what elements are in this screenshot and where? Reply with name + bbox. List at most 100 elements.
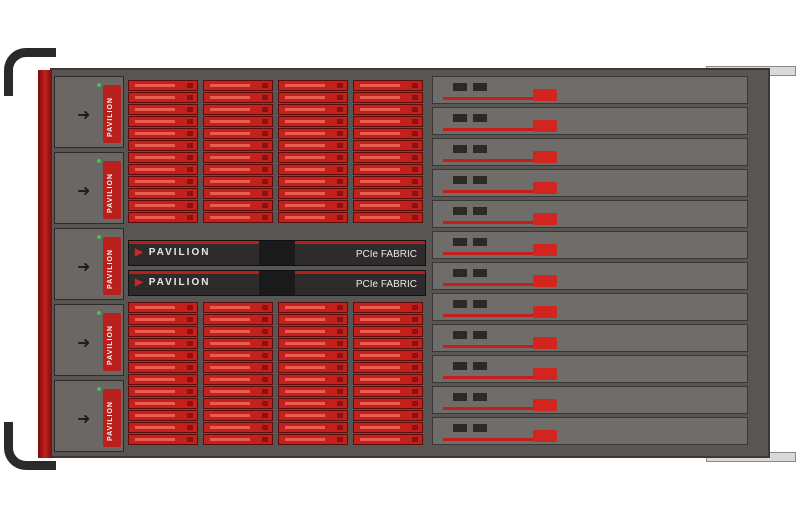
nvme-drive[interactable]: [203, 212, 273, 223]
nvme-drive[interactable]: [203, 188, 273, 199]
nvme-drive[interactable]: [353, 92, 423, 103]
nvme-drive[interactable]: [278, 326, 348, 337]
nvme-drive[interactable]: [278, 350, 348, 361]
nvme-drive[interactable]: [353, 104, 423, 115]
nvme-drive[interactable]: [203, 314, 273, 325]
nvme-drive[interactable]: [128, 116, 198, 127]
nvme-drive[interactable]: [278, 434, 348, 445]
nvme-drive[interactable]: [203, 374, 273, 385]
nvme-drive[interactable]: [128, 152, 198, 163]
nvme-drive[interactable]: [353, 362, 423, 373]
nvme-drive[interactable]: [278, 314, 348, 325]
psu-3[interactable]: ➜ PAVILION: [54, 228, 124, 300]
nvme-drive[interactable]: [278, 116, 348, 127]
nvme-drive[interactable]: [203, 302, 273, 313]
nvme-drive[interactable]: [128, 140, 198, 151]
nvme-drive[interactable]: [353, 302, 423, 313]
nvme-drive[interactable]: [353, 188, 423, 199]
nvme-drive[interactable]: [203, 338, 273, 349]
nvme-drive[interactable]: [203, 398, 273, 409]
nvme-drive[interactable]: [203, 386, 273, 397]
nvme-drive[interactable]: [278, 200, 348, 211]
nvme-drive[interactable]: [203, 176, 273, 187]
nvme-drive[interactable]: [128, 410, 198, 421]
nvme-drive[interactable]: [128, 212, 198, 223]
nvme-drive[interactable]: [353, 116, 423, 127]
nvme-drive[interactable]: [278, 104, 348, 115]
nvme-drive[interactable]: [128, 92, 198, 103]
nvme-drive[interactable]: [128, 314, 198, 325]
nvme-drive[interactable]: [203, 152, 273, 163]
nvme-drive[interactable]: [203, 350, 273, 361]
nvme-drive[interactable]: [128, 398, 198, 409]
nvme-drive[interactable]: [128, 104, 198, 115]
nvme-drive[interactable]: [203, 92, 273, 103]
nvme-drive[interactable]: [203, 140, 273, 151]
nvme-drive[interactable]: [128, 164, 198, 175]
nvme-drive[interactable]: [203, 422, 273, 433]
nvme-drive[interactable]: [353, 176, 423, 187]
nvme-drive[interactable]: [278, 410, 348, 421]
nvme-drive[interactable]: [278, 152, 348, 163]
nvme-drive[interactable]: [128, 350, 198, 361]
nvme-drive[interactable]: [353, 80, 423, 91]
nvme-drive[interactable]: [278, 374, 348, 385]
nvme-drive[interactable]: [278, 362, 348, 373]
nvme-drive[interactable]: [128, 200, 198, 211]
nvme-drive[interactable]: [128, 176, 198, 187]
nvme-drive[interactable]: [353, 386, 423, 397]
nvme-drive[interactable]: [128, 434, 198, 445]
nvme-drive[interactable]: [278, 422, 348, 433]
nvme-drive[interactable]: [353, 422, 423, 433]
nvme-drive[interactable]: [353, 152, 423, 163]
nvme-drive[interactable]: [278, 212, 348, 223]
nvme-drive[interactable]: [128, 362, 198, 373]
nvme-drive[interactable]: [353, 350, 423, 361]
nvme-drive[interactable]: [278, 302, 348, 313]
nvme-drive[interactable]: [278, 128, 348, 139]
nvme-drive[interactable]: [353, 374, 423, 385]
nvme-drive[interactable]: [278, 188, 348, 199]
nvme-drive[interactable]: [128, 338, 198, 349]
nvme-drive[interactable]: [278, 386, 348, 397]
nvme-drive[interactable]: [128, 374, 198, 385]
nvme-drive[interactable]: [128, 422, 198, 433]
nvme-drive[interactable]: [353, 128, 423, 139]
nvme-drive[interactable]: [353, 434, 423, 445]
nvme-drive[interactable]: [203, 104, 273, 115]
nvme-drive[interactable]: [128, 326, 198, 337]
nvme-drive[interactable]: [278, 164, 348, 175]
nvme-drive[interactable]: [203, 326, 273, 337]
nvme-drive[interactable]: [128, 188, 198, 199]
nvme-drive[interactable]: [353, 200, 423, 211]
psu-4[interactable]: ➜ PAVILION: [54, 304, 124, 376]
nvme-drive[interactable]: [353, 338, 423, 349]
nvme-drive[interactable]: [128, 302, 198, 313]
nvme-drive[interactable]: [353, 164, 423, 175]
nvme-drive[interactable]: [128, 128, 198, 139]
nvme-drive[interactable]: [278, 398, 348, 409]
nvme-drive[interactable]: [353, 398, 423, 409]
nvme-drive[interactable]: [353, 410, 423, 421]
nvme-drive[interactable]: [278, 338, 348, 349]
nvme-drive[interactable]: [353, 326, 423, 337]
nvme-drive[interactable]: [278, 176, 348, 187]
pcie-fabric-module-2[interactable]: ▶ PAVILION PCIe FABRIC: [128, 270, 426, 296]
nvme-drive[interactable]: [278, 92, 348, 103]
nvme-drive[interactable]: [203, 410, 273, 421]
nvme-drive[interactable]: [128, 386, 198, 397]
nvme-drive[interactable]: [203, 362, 273, 373]
nvme-drive[interactable]: [353, 212, 423, 223]
nvme-drive[interactable]: [128, 80, 198, 91]
nvme-drive[interactable]: [203, 128, 273, 139]
nvme-drive[interactable]: [203, 434, 273, 445]
nvme-drive[interactable]: [353, 140, 423, 151]
nvme-drive[interactable]: [203, 200, 273, 211]
nvme-drive[interactable]: [278, 140, 348, 151]
psu-5[interactable]: ➜ PAVILION: [54, 380, 124, 452]
psu-2[interactable]: ➜ PAVILION: [54, 152, 124, 224]
psu-1[interactable]: ➜ PAVILION: [54, 76, 124, 148]
nvme-drive[interactable]: [353, 314, 423, 325]
nvme-drive[interactable]: [278, 80, 348, 91]
nvme-drive[interactable]: [203, 164, 273, 175]
